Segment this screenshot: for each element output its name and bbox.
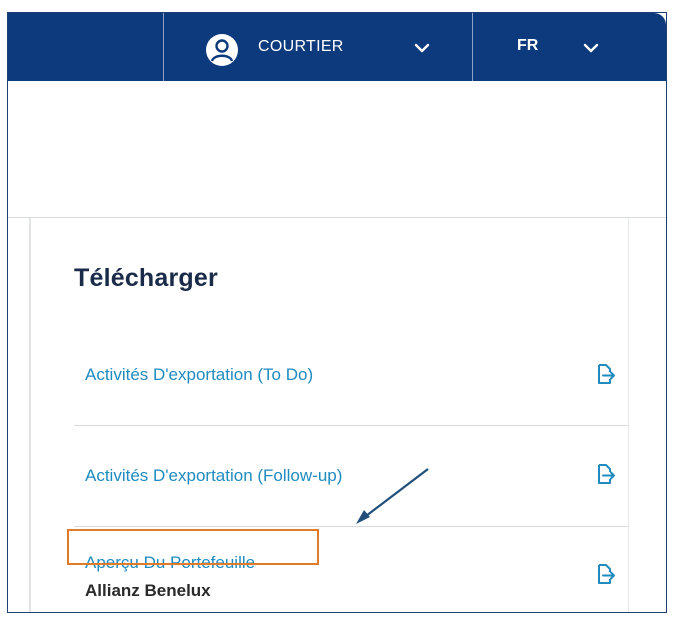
export-file-icon[interactable] — [595, 563, 617, 585]
right-panel-border — [628, 218, 629, 612]
chevron-down-icon — [583, 43, 599, 53]
annotation-arrow-icon — [356, 468, 429, 524]
top-navigation-bar: COURTIER FR — [8, 13, 666, 81]
chevron-down-icon — [414, 43, 430, 53]
portfolio-company-label: Allianz Benelux — [85, 581, 211, 600]
header-divider — [8, 217, 666, 218]
export-todo-link[interactable]: Activités D'exportation (To Do) — [85, 365, 313, 385]
subheader-area — [8, 81, 666, 217]
export-file-icon[interactable] — [595, 363, 617, 385]
user-avatar-icon — [206, 34, 238, 66]
user-menu-button[interactable]: COURTIER — [164, 13, 472, 81]
user-role-label: COURTIER — [258, 38, 344, 55]
app-window: COURTIER FR Télécharger Activités D'expo… — [7, 12, 667, 613]
annotation-highlight-box — [67, 529, 319, 565]
export-file-icon[interactable] — [595, 463, 617, 485]
download-section-title: Télécharger — [74, 264, 218, 292]
language-label: FR — [517, 37, 539, 54]
left-panel-border — [29, 218, 31, 612]
export-followup-link[interactable]: Activités D'exportation (Follow-up) — [85, 466, 342, 486]
language-selector[interactable]: FR — [473, 13, 666, 81]
row-divider — [74, 425, 628, 426]
